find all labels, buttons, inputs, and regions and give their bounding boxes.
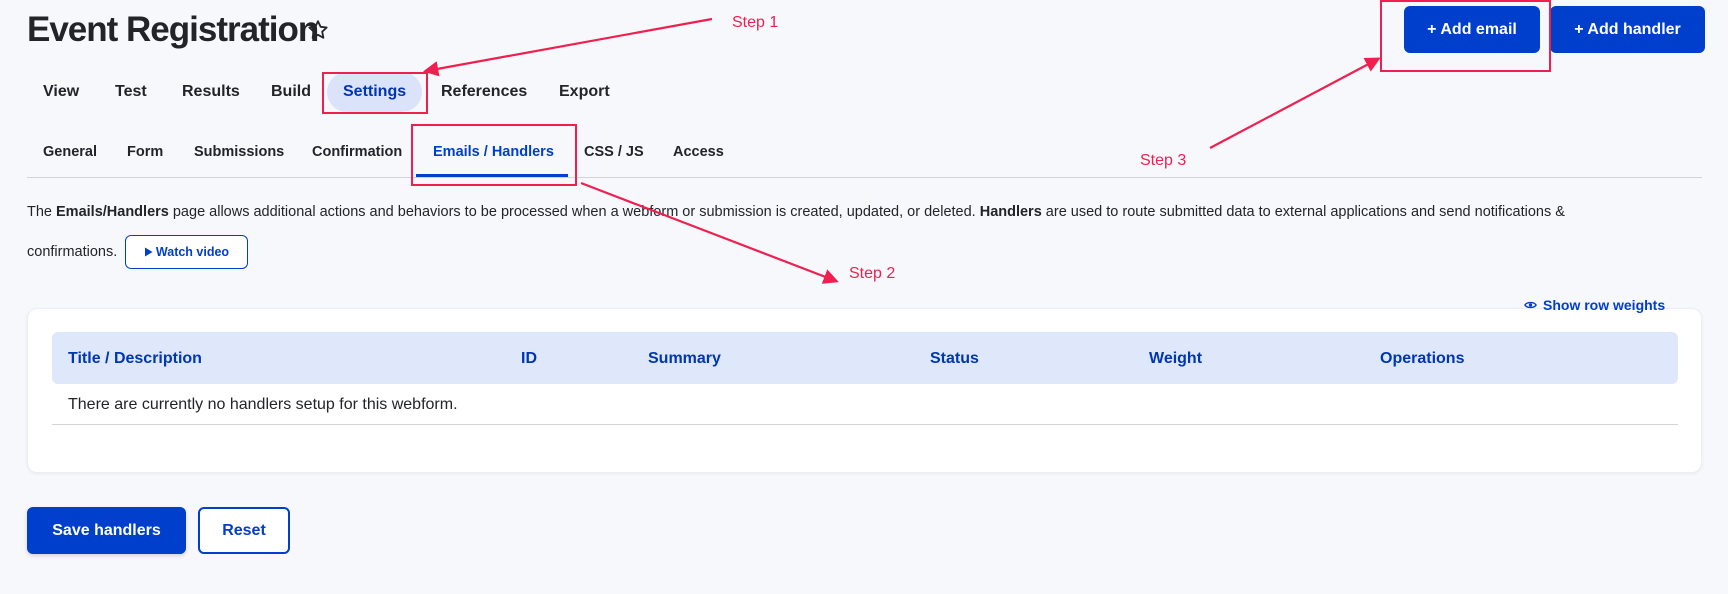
star-outline-icon[interactable] <box>306 18 330 42</box>
table-row-divider <box>52 424 1678 425</box>
column-operations: Operations <box>1380 350 1465 367</box>
table-empty-message: There are currently no handlers setup fo… <box>68 396 458 413</box>
tab-references[interactable]: References <box>441 80 527 104</box>
subtab-css-js[interactable]: CSS / JS <box>584 141 644 163</box>
tab-results[interactable]: Results <box>182 80 240 104</box>
subtab-confirmation[interactable]: Confirmation <box>312 141 402 163</box>
add-handler-button[interactable]: + Add handler <box>1550 6 1705 53</box>
tab-test[interactable]: Test <box>115 80 147 104</box>
save-handlers-button[interactable]: Save handlers <box>27 507 186 554</box>
column-weight: Weight <box>1149 350 1203 367</box>
step3-arrow <box>1209 57 1381 149</box>
eye-icon <box>1524 301 1537 309</box>
step2-highlight-box <box>411 124 577 186</box>
tab-view[interactable]: View <box>43 80 79 104</box>
column-id: ID <box>521 350 537 367</box>
step3-highlight-box <box>1380 0 1551 72</box>
column-title-description: Title / Description <box>68 350 202 367</box>
step3-label: Step 3 <box>1140 152 1187 169</box>
subtab-submissions[interactable]: Submissions <box>194 141 284 163</box>
subtab-form[interactable]: Form <box>127 141 163 163</box>
show-row-weights-label: Show row weights <box>1543 297 1666 313</box>
watch-video-button[interactable]: Watch video <box>125 235 248 269</box>
column-status: Status <box>930 350 979 367</box>
tab-export[interactable]: Export <box>559 80 610 104</box>
step2-label: Step 2 <box>849 265 896 282</box>
tabs-divider <box>27 177 1702 178</box>
step2-arrow <box>580 181 839 284</box>
watch-video-label: Watch video <box>155 245 230 259</box>
step1-highlight-box <box>322 72 428 114</box>
page-title: Event Registration <box>27 10 319 49</box>
step1-arrow <box>422 17 713 77</box>
annotation-arrows <box>422 17 1381 284</box>
reset-button[interactable]: Reset <box>198 507 290 554</box>
page-description-line2: confirmations. <box>27 244 118 260</box>
tab-build[interactable]: Build <box>271 80 311 104</box>
column-summary: Summary <box>648 350 721 367</box>
play-triangle-icon <box>144 247 153 257</box>
show-row-weights-link[interactable]: Show row weights <box>1524 295 1665 315</box>
page-description: The Emails/Handlers page allows addition… <box>27 204 1565 220</box>
step1-label: Step 1 <box>732 14 779 31</box>
subtab-access[interactable]: Access <box>673 141 724 163</box>
subtab-general[interactable]: General <box>43 141 97 163</box>
